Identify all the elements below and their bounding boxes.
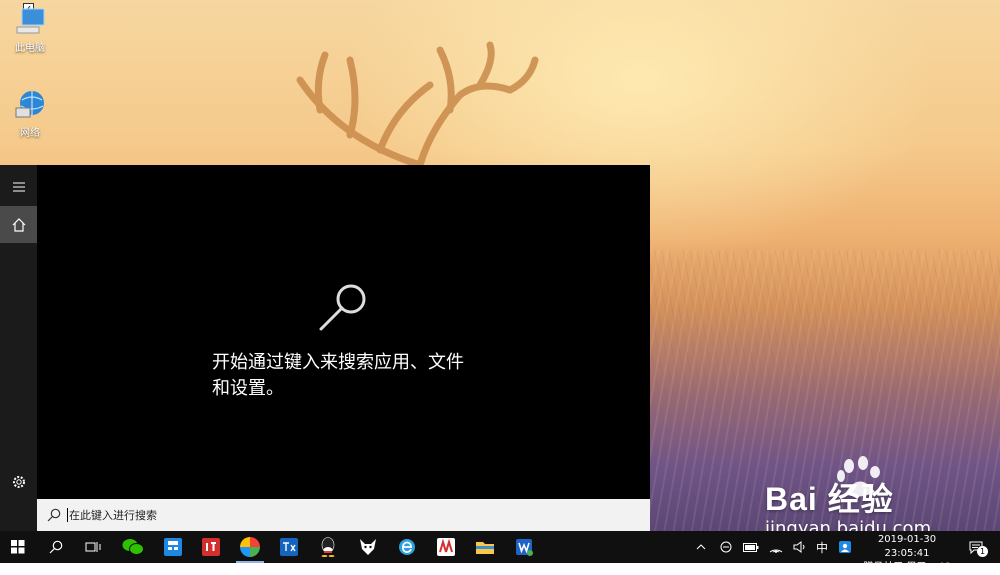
search-hero-icon (319, 284, 366, 331)
volume-icon (793, 541, 805, 553)
taskbar-app-wechat[interactable] (115, 531, 151, 563)
watermark-url: jingyan.baidu.com (765, 518, 932, 531)
tray-app-button[interactable] (716, 531, 736, 563)
desktop-icon-this-pc[interactable]: ✓ 此电脑 (0, 3, 60, 54)
start-icon (11, 540, 25, 554)
start-rail (0, 165, 37, 531)
taskbar-app-pdf[interactable] (428, 531, 464, 563)
pdf-app-icon (437, 538, 455, 556)
hero-line-2: 和设置。 (212, 378, 284, 399)
action-center-button[interactable]: 1 (962, 531, 990, 563)
taskbar-clock[interactable]: 2019-01-30 23:05:41 腊月廿五 周三 -1℃ (855, 533, 959, 575)
taskbar-app-it[interactable] (193, 531, 229, 563)
tray-app-icon (720, 541, 732, 553)
home-button[interactable] (0, 206, 37, 243)
taskbar-app-colorful[interactable] (232, 531, 268, 563)
translate-app-icon (280, 538, 298, 556)
office-app-icon (516, 539, 533, 556)
battery-icon (743, 542, 759, 552)
task-view-icon (85, 542, 101, 552)
desktop-icon-label: 网络 (20, 128, 40, 139)
network-icon (15, 91, 44, 118)
hamburger-icon (12, 182, 25, 191)
tray-overflow-button[interactable] (692, 531, 710, 563)
battery-button[interactable] (740, 531, 762, 563)
paw-logo-icon (837, 456, 880, 497)
wifi-button[interactable] (766, 531, 786, 563)
start-button[interactable] (0, 531, 36, 563)
search-hero-text: 开始通过键入来搜索应用、文件 和设置。 (212, 350, 512, 402)
colorful-app-icon (240, 537, 260, 557)
taskbar-app-ie[interactable] (389, 531, 425, 563)
tray-notify-app-button[interactable] (835, 531, 855, 563)
tray-notify-app-icon (839, 541, 851, 553)
ime-indicator[interactable]: 中 (812, 531, 832, 563)
settings-icon (12, 475, 25, 488)
taskbar-search-button[interactable] (38, 531, 74, 563)
start-search-panel: 开始通过键入来搜索应用、文件 和设置。 (0, 165, 650, 531)
hamburger-button[interactable] (0, 168, 37, 205)
taskbar-app-calculator[interactable] (155, 531, 191, 563)
search-icon (49, 540, 63, 554)
ie-icon (399, 539, 415, 555)
desktop-icon-label: 此电脑 (15, 43, 45, 54)
date-time-text: 2019-01-30 23:05:41 (877, 534, 937, 559)
taskbar-app-file-explorer[interactable] (467, 531, 503, 563)
home-icon (12, 217, 25, 232)
search-hero: 开始通过键入来搜索应用、文件 和设置。 (37, 165, 650, 499)
taskbar-app-qq[interactable] (310, 531, 346, 563)
calculator-icon (164, 538, 182, 556)
lunar-weather-text: 腊月廿五 周三 -1℃ (863, 562, 951, 573)
fox-app-icon (360, 539, 376, 555)
volume-button[interactable] (790, 531, 810, 563)
search-input[interactable] (69, 505, 629, 525)
taskbar: 中 2019-01-30 23:05:41 腊月廿五 周三 -1℃ 1 (0, 531, 1000, 573)
chevron-up-icon (696, 544, 706, 550)
taskbar-app-fox[interactable] (350, 531, 386, 563)
baidu-jingyan-watermark: Bai 经验 jingyan.baidu.com (765, 456, 932, 531)
it-app-icon (202, 538, 220, 556)
settings-button[interactable] (0, 463, 37, 500)
wechat-icon (122, 539, 144, 555)
desktop-icon-network[interactable]: 网络 (0, 88, 60, 139)
search-icon (47, 508, 61, 522)
this-pc-icon (16, 8, 45, 34)
file-explorer-icon (476, 542, 494, 554)
hero-line-1: 开始通过键入来搜索应用、文件 (212, 352, 464, 373)
wifi-icon (769, 549, 783, 553)
task-view-button[interactable] (75, 531, 111, 563)
qq-icon (321, 537, 335, 557)
notification-count-badge: 1 (977, 546, 988, 557)
text-caret (67, 508, 68, 522)
search-box[interactable] (37, 499, 650, 531)
taskbar-app-office[interactable] (506, 531, 542, 563)
taskbar-app-translate[interactable] (271, 531, 307, 563)
wallpaper-antler (296, 41, 539, 169)
